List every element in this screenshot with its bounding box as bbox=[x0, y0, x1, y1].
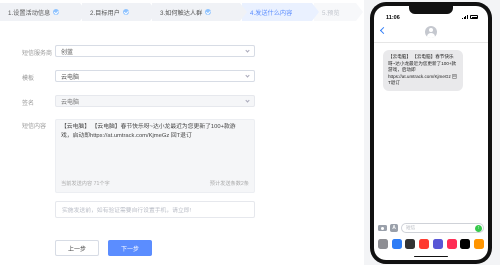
chevron-down-icon bbox=[245, 73, 250, 78]
app-dock bbox=[378, 238, 484, 249]
step-3-label: 3.如何触达人群 bbox=[160, 9, 203, 17]
app-store-icon[interactable]: A bbox=[390, 224, 398, 232]
phone-screen: 11:06 【云电脑】 【云电脑】春节快乐呀~达小龙最近为您更新了100+款游戏… bbox=[374, 6, 488, 260]
status-time: 11:06 bbox=[386, 15, 400, 21]
sms-content-text: 【云电脑】 【云电脑】春节快乐呀~达小龙最近为您更新了100+款游戏，启动即ht… bbox=[61, 124, 236, 139]
check-icon bbox=[53, 9, 60, 15]
camera-icon[interactable] bbox=[378, 225, 387, 231]
step-5-label: 5.预览 bbox=[322, 9, 340, 17]
contact-avatar-icon bbox=[425, 26, 437, 38]
step-1[interactable]: 1.设置活动信息 bbox=[0, 3, 87, 21]
battery-icon bbox=[470, 15, 478, 19]
signature-select[interactable]: 云电脑 bbox=[55, 95, 255, 107]
message-bar: A 短信 ↑ bbox=[378, 222, 484, 234]
provider-value: 创蓝 bbox=[61, 49, 74, 56]
content-label: 短信内容 bbox=[22, 124, 47, 130]
step-2[interactable]: 2.目标用户 bbox=[82, 3, 157, 21]
heart-icon[interactable] bbox=[446, 238, 457, 249]
provider-label: 短信服务商 bbox=[22, 51, 53, 57]
memoji-icon[interactable] bbox=[432, 238, 443, 249]
provider-select[interactable]: 创蓝 bbox=[55, 45, 255, 57]
step-4[interactable]: 4.发送什么内容 bbox=[242, 3, 319, 21]
chevron-down-icon bbox=[245, 98, 250, 103]
message-input[interactable]: 短信 ↑ bbox=[401, 223, 484, 233]
step-1-label: 1.设置活动信息 bbox=[8, 9, 51, 17]
games-icon[interactable] bbox=[473, 238, 484, 249]
status-icons bbox=[462, 15, 478, 19]
digital-touch-icon[interactable] bbox=[460, 238, 471, 249]
step-progress-bar: 1.设置活动信息 2.目标用户 3.如何触达人群 4.发送什么内容 5.预览 bbox=[0, 3, 363, 25]
signal-icon bbox=[462, 15, 468, 19]
estimate-count: 预计发送条数2条 bbox=[209, 181, 249, 187]
char-count: 当前发送内容 71个字 bbox=[61, 181, 110, 187]
signature-value: 云电脑 bbox=[61, 99, 80, 106]
message-input-placeholder: 短信 bbox=[406, 225, 416, 230]
photos-icon[interactable] bbox=[378, 238, 388, 249]
music-icon[interactable] bbox=[419, 238, 430, 249]
back-chevron-icon[interactable] bbox=[379, 26, 388, 35]
signature-label: 签名 bbox=[22, 101, 35, 107]
chevron-down-icon bbox=[245, 48, 250, 53]
header-divider bbox=[374, 42, 488, 43]
template-value: 云电脑 bbox=[61, 74, 80, 81]
template-select[interactable]: 云电脑 bbox=[55, 70, 255, 82]
step-3[interactable]: 3.如何触达人群 bbox=[152, 3, 247, 21]
step-2-label: 2.目标用户 bbox=[90, 9, 120, 17]
appstore-icon[interactable] bbox=[391, 238, 402, 249]
send-arrow-icon[interactable]: ↑ bbox=[475, 225, 482, 232]
sms-content-textarea[interactable]: 【云电脑】 【云电脑】春节快乐呀~达小龙最近为您更新了100+款游戏，启动即ht… bbox=[55, 119, 255, 193]
check-icon bbox=[205, 9, 212, 15]
prev-button[interactable]: 上一步 bbox=[55, 240, 99, 256]
test-send-placeholder: 实施发送前，如有验证需要自行设置手机，请立即! bbox=[62, 208, 192, 214]
next-button[interactable]: 下一步 bbox=[108, 240, 152, 256]
template-label: 模板 bbox=[22, 76, 35, 82]
step-4-label: 4.发送什么内容 bbox=[250, 9, 293, 17]
phone-notch bbox=[409, 6, 453, 14]
phone-frame: 11:06 【云电脑】 【云电脑】春节快乐呀~达小龙最近为您更新了100+款游戏… bbox=[370, 2, 492, 264]
home-indicator bbox=[414, 255, 448, 257]
test-send-input[interactable]: 实施发送前，如有验证需要自行设置手机，请立即! bbox=[55, 201, 255, 218]
pay-icon[interactable] bbox=[405, 238, 416, 249]
step-5[interactable]: 5.预览 bbox=[314, 3, 363, 21]
check-icon bbox=[122, 9, 129, 15]
sms-bubble: 【云电脑】 【云电脑】春节快乐呀~达小龙最近为您更新了100+款游戏，启动即ht… bbox=[383, 50, 463, 91]
